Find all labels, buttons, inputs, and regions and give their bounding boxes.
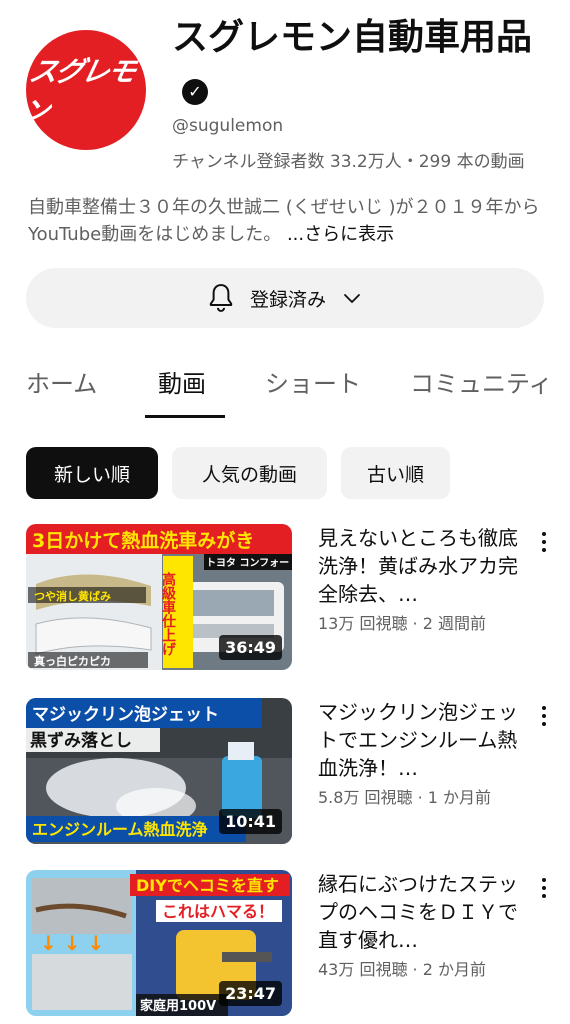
thumb-banner-text: 3日かけて熱血洗車みがき [32, 529, 254, 552]
channel-header: スグレモン スグレモン自動車用品 ✓ @sugulemon チャンネル登録者数 3… [0, 0, 570, 260]
thumb-banner-text: DIYでヘコミを直す [136, 876, 279, 895]
channel-stats[interactable]: チャンネル登録者数 33.2万人・299 本の動画 [172, 147, 542, 172]
video-thumbnail[interactable]: ↓ ↓ ↓ DIYでヘコミを直す これはハマる！ 家庭用100V 23:47 [26, 870, 292, 1016]
bell-icon [209, 284, 233, 312]
video-meta: 5.8万 回視聴 · 1 か月前 [318, 788, 492, 807]
channel-name-text: スグレモン自動車用品 [172, 17, 533, 58]
chip-newest[interactable]: 新しい順 [26, 447, 158, 499]
video-item[interactable]: ↓ ↓ ↓ DIYでヘコミを直す これはハマる！ 家庭用100V 23:47 縁… [0, 870, 570, 1018]
thumb-car-text: トヨタ コンフォート [206, 557, 292, 569]
subscribed-label: 登録済み [249, 288, 326, 311]
video-duration: 23:47 [219, 981, 282, 1006]
video-meta: 13万 回視聴 · 2 週間前 [318, 614, 486, 633]
chip-oldest[interactable]: 古い順 [341, 447, 450, 499]
thumb-side-text: 高級車仕上げ [160, 571, 177, 657]
active-tab-indicator [145, 415, 225, 418]
tab-shorts[interactable]: ショート [265, 364, 361, 399]
video-meta: 43万 回視聴 · 2 か月前 [318, 960, 486, 979]
video-thumbnail[interactable]: 3日かけて熱血洗車みがき つや消し黄ばみ 真っ白ピカピカ トヨタ コンフォート … [26, 524, 292, 670]
thumb-bottom-text: エンジンルーム熱血洗浄 [32, 820, 208, 839]
chip-popular[interactable]: 人気の動画 [172, 447, 327, 499]
chevron-down-icon [344, 294, 360, 303]
channel-description[interactable]: 自動車整備士３０年の久世誠二 (くぜせいじ )が２０１９年から YouTube動… [28, 194, 543, 248]
svg-text:↓ ↓ ↓: ↓ ↓ ↓ [40, 931, 104, 955]
thumb-caption-1: つや消し黄ばみ [34, 589, 111, 603]
thumb-banner-text: マジックリン泡ジェット [32, 704, 219, 725]
thumb-sub-text: 黒ずみ落とし [30, 731, 132, 751]
tab-home[interactable]: ホーム [26, 364, 97, 399]
video-title[interactable]: 縁石にぶつけたステップのヘコミをＤＩＹで直す優れ… [318, 870, 528, 954]
video-duration: 10:41 [219, 809, 282, 834]
video-item[interactable]: マジックリン泡ジェット 黒ずみ落とし エンジンルーム熱血洗浄 10:41 マジッ… [0, 698, 570, 846]
channel-tabs: ホーム 動画 ショート コミュニティ [0, 350, 570, 420]
description-text: 自動車整備士３０年の久世誠二 (くぜせいじ )が２０１９年から YouTube動… [28, 197, 540, 245]
more-link[interactable]: ...さらに表示 [287, 224, 394, 245]
video-item[interactable]: 3日かけて熱血洗車みがき つや消し黄ばみ 真っ白ピカピカ トヨタ コンフォート … [0, 524, 570, 672]
thumb-caption-2: 真っ白ピカピカ [34, 654, 111, 668]
subscribed-button[interactable]: 登録済み [26, 268, 544, 328]
more-options-icon[interactable] [532, 528, 556, 556]
channel-name: スグレモン自動車用品 ✓ [172, 12, 547, 116]
channel-avatar[interactable]: スグレモン [18, 30, 146, 150]
channel-handle: @sugulemon [172, 116, 284, 136]
video-duration: 36:49 [219, 635, 282, 660]
tab-videos[interactable]: 動画 [158, 364, 206, 399]
thumb-sub-text: これはハマる！ [162, 902, 274, 921]
video-title[interactable]: マジックリン泡ジェットでエンジンルーム熱血洗浄！… [318, 698, 528, 782]
tab-community[interactable]: コミュニティ [410, 364, 553, 399]
video-thumbnail[interactable]: マジックリン泡ジェット 黒ずみ落とし エンジンルーム熱血洗浄 10:41 [26, 698, 292, 844]
avatar-logo-text: スグレモン [17, 55, 138, 128]
verified-badge-icon: ✓ [182, 79, 208, 105]
thumb-bottom-text: 家庭用100V [140, 998, 216, 1014]
more-options-icon[interactable] [532, 874, 556, 902]
video-title[interactable]: 見えないところも徹底洗浄！黄ばみ水アカ完全除去、… [318, 524, 528, 608]
more-options-icon[interactable] [532, 702, 556, 730]
